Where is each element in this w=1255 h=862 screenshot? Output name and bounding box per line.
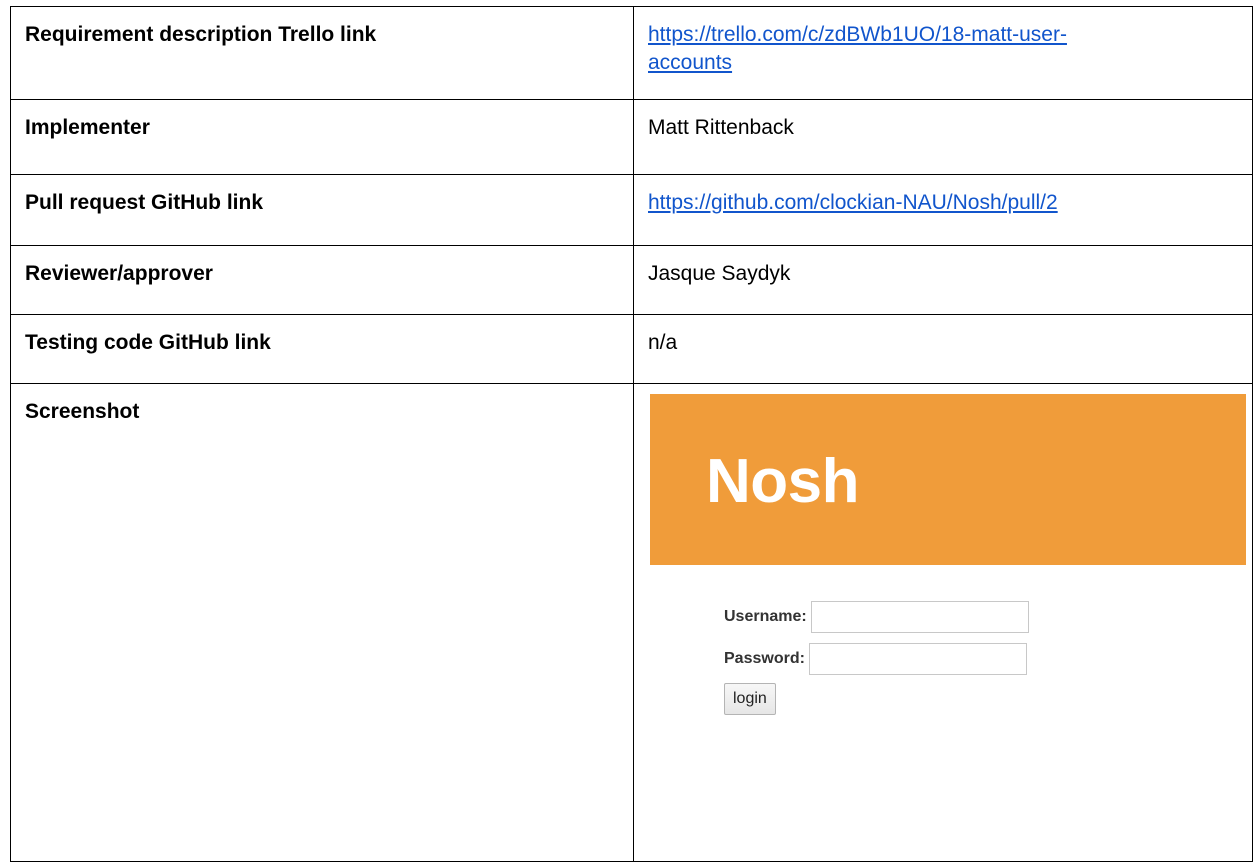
- embedded-screenshot: Nosh Username: Password: login: [650, 394, 1246, 724]
- table-row: Screenshot Nosh Username: Password: logi…: [10, 383, 1253, 862]
- trello-link-line1[interactable]: https://trello.com/c/zdBWb1UO/18-matt-us…: [648, 23, 1067, 46]
- row-label: Requirement description Trello link: [10, 6, 634, 100]
- row-label: Implementer: [10, 99, 634, 175]
- password-input[interactable]: [808, 643, 1027, 675]
- table-row: Requirement description Trello link http…: [10, 6, 1253, 100]
- pull-request-link[interactable]: https://github.com/clockian-NAU/Nosh/pul…: [648, 191, 1058, 214]
- trello-link[interactable]: https://trello.com/c/zdBWb1UO/18-matt-us…: [648, 23, 1067, 74]
- trello-link-line2[interactable]: accounts: [648, 51, 732, 74]
- review-table: Requirement description Trello link http…: [10, 6, 1253, 862]
- username-row: Username:: [724, 599, 1029, 635]
- table-row: Pull request GitHub link https://github.…: [10, 174, 1253, 246]
- implementer-value: Matt Rittenback: [633, 99, 1253, 175]
- table-row: Testing code GitHub link n/a: [10, 314, 1253, 384]
- username-input[interactable]: [810, 601, 1029, 633]
- table-row: Reviewer/approver Jasque Saydyk: [10, 245, 1253, 315]
- login-button[interactable]: login: [724, 683, 776, 715]
- username-label: Username:: [724, 608, 807, 625]
- password-label: Password:: [724, 650, 805, 667]
- row-label: Pull request GitHub link: [10, 174, 634, 246]
- row-label: Screenshot: [10, 383, 634, 862]
- password-row: Password:: [724, 641, 1029, 677]
- testing-code-value: n/a: [633, 314, 1253, 384]
- login-form: Username: Password: login: [724, 599, 1029, 715]
- pull-request-link-cell: https://github.com/clockian-NAU/Nosh/pul…: [633, 174, 1253, 246]
- screenshot-cell: Nosh Username: Password: login: [633, 383, 1253, 862]
- trello-link-cell: https://trello.com/c/zdBWb1UO/18-matt-us…: [633, 6, 1253, 100]
- table-row: Implementer Matt Rittenback: [10, 99, 1253, 175]
- app-header-banner: Nosh: [650, 394, 1246, 565]
- row-label: Testing code GitHub link: [10, 314, 634, 384]
- reviewer-value: Jasque Saydyk: [633, 245, 1253, 315]
- row-label: Reviewer/approver: [10, 245, 634, 315]
- app-logo-text: Nosh: [706, 447, 860, 516]
